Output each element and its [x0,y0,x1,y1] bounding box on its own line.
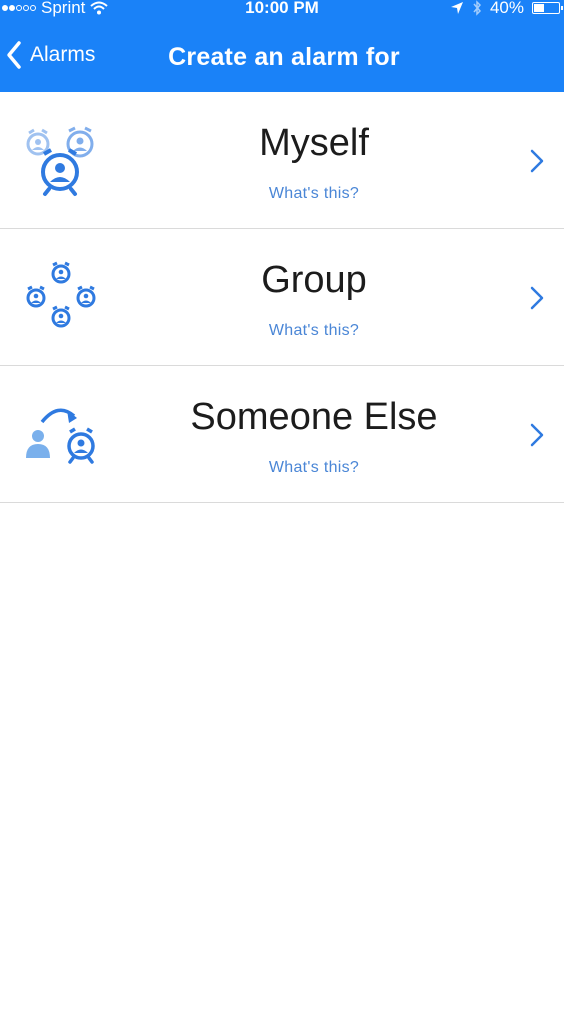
option-group-help-link[interactable]: What's this? [0,322,564,340]
battery-icon [532,2,563,14]
bluetooth-icon [473,0,481,16]
option-someone-else-label: Someone Else [190,396,438,438]
chevron-right-icon [530,423,544,447]
option-someone-else-row[interactable]: Someone Else What's this? [0,366,564,503]
location-arrow-icon [450,2,463,14]
chevron-right-icon [530,149,544,173]
battery-percent: 40% [489,0,524,17]
status-bar: Sprint 10:00 PM 40% [0,0,564,20]
nav-header: Sprint 10:00 PM 40% Alarms Create an ala… [0,0,564,92]
option-myself-label: Myself [259,122,369,164]
option-myself-help-link[interactable]: What's this? [0,185,564,203]
option-group-label: Group [261,259,367,301]
chevron-right-icon [530,286,544,310]
option-group-row[interactable]: Group What's this? [0,229,564,366]
page-title: Create an alarm for [168,43,400,71]
option-myself-row[interactable]: Myself What's this? [0,92,564,229]
option-someone-else-help-link[interactable]: What's this? [0,459,564,477]
status-right: 40% [450,0,563,18]
